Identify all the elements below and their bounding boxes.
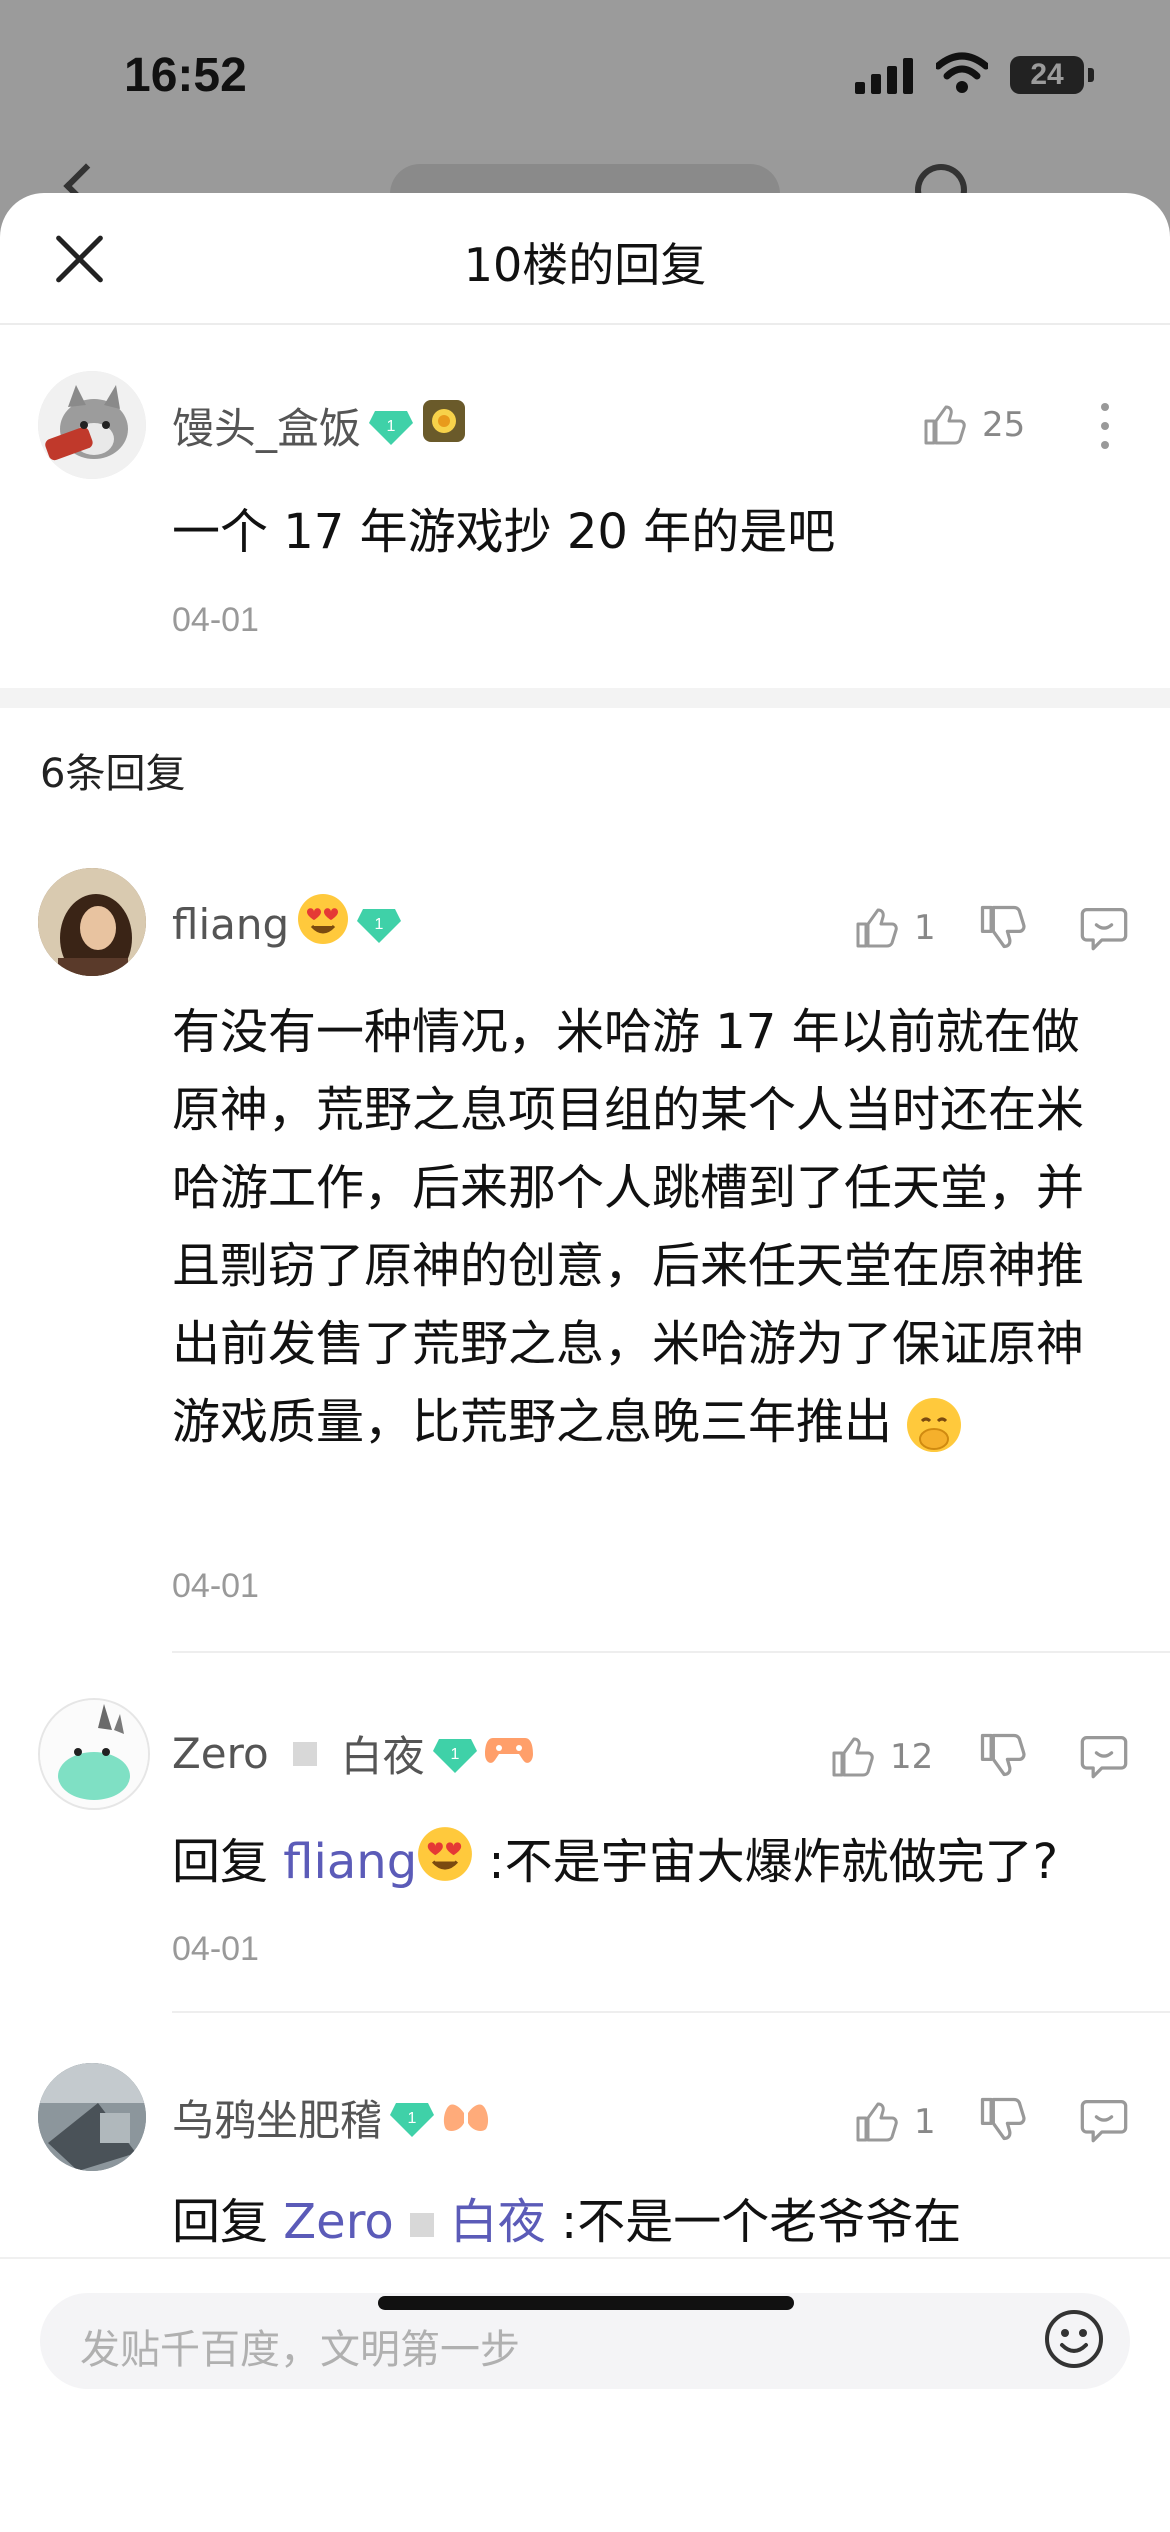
sheet-title: 10楼的回复 xyxy=(463,238,707,292)
avatar[interactable] xyxy=(38,371,146,479)
level-number: 1 xyxy=(408,2110,417,2127)
reply-text-content: 有没有一种情况，米哈游 17 年以前就在做原神，荒野之息项目组的某个人当时还在米… xyxy=(172,1004,1085,1450)
level-number: 1 xyxy=(450,1746,459,1763)
avatar-masked-character-image xyxy=(40,1700,148,1808)
more-options-icon[interactable] xyxy=(1090,401,1120,451)
mention-link[interactable]: Zero xyxy=(283,2194,393,2250)
reply-author-name: fliang xyxy=(172,899,290,949)
thumbs-up-icon xyxy=(832,1737,874,1777)
level-badge-icon: 1 xyxy=(432,1735,477,1773)
lungs-badge-icon xyxy=(442,2093,490,2143)
reply-text-content: :不是宇宙大爆炸就做完了? xyxy=(488,1834,1059,1890)
post-author-name: 馒头_盒饭 xyxy=(172,404,362,453)
level-badge-icon: 1 xyxy=(390,2099,435,2137)
reply-like-count: 1 xyxy=(914,908,936,948)
thumbs-down-icon[interactable] xyxy=(976,2093,1028,2145)
post-author[interactable]: 馒头_盒饭 1 xyxy=(172,395,467,456)
cellular-signal-icon xyxy=(855,58,913,94)
post-like-button[interactable]: 25 xyxy=(920,401,1025,449)
avatar[interactable] xyxy=(38,1698,150,1810)
level-badge-icon: 1 xyxy=(357,905,402,943)
reply-text-content: :不是一个老爷爷在 xyxy=(561,2194,962,2250)
reply-like-button[interactable]: 1 xyxy=(852,2098,936,2146)
reply-like-count: 12 xyxy=(890,1737,934,1777)
separator-square xyxy=(409,2213,434,2237)
thumbs-up-icon xyxy=(856,2102,898,2142)
emoji-picker-icon[interactable] xyxy=(1042,2307,1106,2371)
post-date: 04-01 xyxy=(172,601,259,639)
reply-prefix: 回复 xyxy=(172,2194,269,2250)
avatar-dog-image xyxy=(38,371,146,479)
battery-tip xyxy=(1088,68,1094,82)
reply-like-button[interactable]: 1 xyxy=(852,904,936,952)
thumbs-down-icon[interactable] xyxy=(976,1729,1028,1781)
level-number: 1 xyxy=(387,418,396,435)
reply-sheet: 10楼的回复 馒头_盒饭 1 25 一个 17 年游戏抄 20 年的是吧 04-… xyxy=(0,193,1170,2532)
avatar[interactable] xyxy=(38,868,146,976)
reply-date: 04-01 xyxy=(172,1567,259,1605)
level-number: 1 xyxy=(375,916,384,933)
post-text: 一个 17 年游戏抄 20 年的是吧 xyxy=(172,504,836,560)
thumbs-down-icon[interactable] xyxy=(976,901,1028,953)
gamepad-badge-icon xyxy=(484,1729,533,1778)
reply-author-name: Zero xyxy=(172,1729,269,1778)
covering-mouth-emoji-icon xyxy=(907,1398,962,1452)
reply-author[interactable]: fliang 1 xyxy=(172,893,402,955)
avatar[interactable] xyxy=(38,2063,146,2171)
wifi-icon xyxy=(936,52,988,93)
comment-icon[interactable] xyxy=(1078,2093,1130,2145)
reply-text: 有没有一种情况，米哈游 17 年以前就在做原神，荒野之息项目组的某个人当时还在米… xyxy=(172,993,1122,1461)
separator-square xyxy=(292,1741,317,1766)
level-badge-icon: 1 xyxy=(369,407,414,445)
reply-author-name: 乌鸦坐肥稽 xyxy=(172,2096,383,2145)
heart-eyes-emoji-icon xyxy=(417,1826,473,1905)
reply-author[interactable]: Zero 白夜 1 xyxy=(172,1723,533,1784)
status-bar: 16:52 24 xyxy=(0,0,1170,150)
comment-icon[interactable] xyxy=(1078,1729,1130,1781)
home-indicator xyxy=(378,2296,794,2310)
comment-input-placeholder: 发贴千百度，文明第一步 xyxy=(80,2327,520,2373)
reply-divider xyxy=(172,1651,1170,1653)
avatar-photo-image xyxy=(38,2063,146,2171)
reply-divider xyxy=(172,2011,1170,2013)
medal-badge-icon xyxy=(421,398,467,454)
reply-like-button[interactable]: 12 xyxy=(828,1733,933,1781)
section-divider xyxy=(0,688,1170,708)
reply-text: 回复 fliang :不是宇宙大爆炸就做完了? xyxy=(172,1823,1122,1905)
avatar-person-image xyxy=(38,868,146,976)
status-time: 16:52 xyxy=(124,49,247,102)
sheet-header: 10楼的回复 xyxy=(0,193,1170,325)
reply-date: 04-01 xyxy=(172,1930,259,1968)
thumbs-up-icon xyxy=(856,908,898,948)
heart-eyes-emoji-icon xyxy=(297,893,349,955)
post-like-count: 25 xyxy=(982,405,1026,445)
battery-icon: 24 xyxy=(1010,56,1084,94)
reply-like-count: 1 xyxy=(914,2102,936,2142)
replies-count-label: 6条回复 xyxy=(40,751,186,797)
comment-icon[interactable] xyxy=(1078,901,1130,953)
reply-text: 回复 Zero 白夜 :不是一个老爷爷在 xyxy=(172,2183,1122,2261)
mention-link[interactable]: fliang xyxy=(283,1834,417,1890)
mention-link-suffix[interactable]: 白夜 xyxy=(450,2194,546,2250)
thumbs-up-icon xyxy=(924,405,966,445)
reply-author[interactable]: 乌鸦坐肥稽 1 xyxy=(172,2087,490,2148)
reply-author-suffix: 白夜 xyxy=(340,1732,425,1781)
reply-prefix: 回复 xyxy=(172,1834,269,1890)
